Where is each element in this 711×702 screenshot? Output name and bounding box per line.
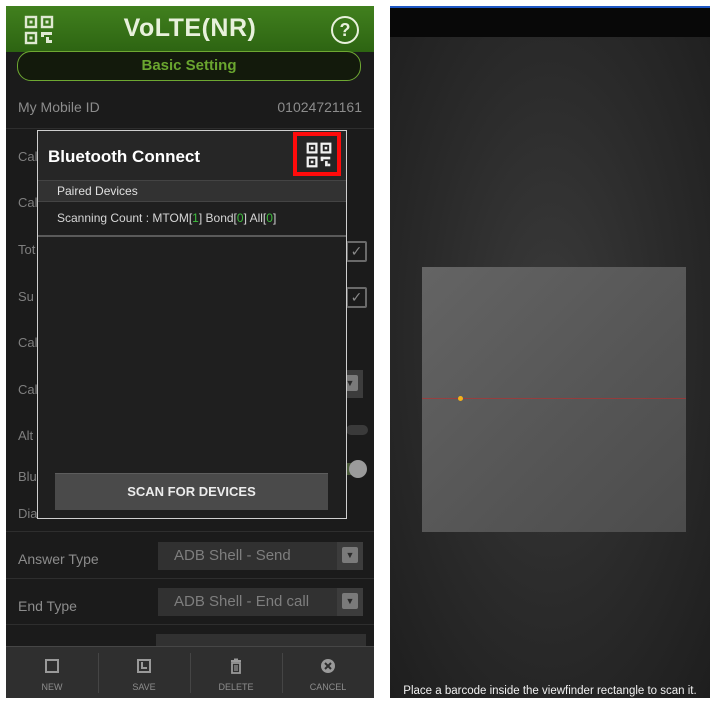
save-button[interactable]: SAVE <box>98 647 190 698</box>
scan-for-devices-button[interactable]: SCAN FOR DEVICES <box>55 473 328 510</box>
dropdown-arrow-icon: ▼ <box>337 588 363 616</box>
new-icon <box>45 659 59 673</box>
save-label: SAVE <box>132 682 156 692</box>
toggle-knob <box>349 460 367 478</box>
setting-label-partial: Cal <box>18 335 38 350</box>
all-count: 0 <box>266 211 273 225</box>
viewfinder-rectangle <box>422 267 686 532</box>
bottom-toolbar: NEW SAVE DELETE CANCEL <box>6 646 374 698</box>
checkbox[interactable]: ✓ <box>346 287 367 308</box>
trash-icon <box>231 658 241 674</box>
setting-label-partial: Dia <box>18 506 38 521</box>
camera-preview <box>390 37 710 698</box>
my-mobile-id-label: My Mobile ID <box>18 99 100 115</box>
setting-label-partial: Blu <box>18 469 37 484</box>
dropdown-arrow-icon: ▼ <box>337 542 363 570</box>
end-type-label: End Type <box>18 598 77 614</box>
delete-label: DELETE <box>218 682 254 692</box>
dialog-title-bar: Bluetooth Connect <box>38 131 346 180</box>
checkbox[interactable]: ✓ <box>346 241 367 262</box>
mtom-count: 1 <box>192 211 199 225</box>
cancel-icon <box>321 659 335 673</box>
delete-button[interactable]: DELETE <box>190 647 282 698</box>
row-divider <box>6 128 374 129</box>
count-suffix: ] <box>272 211 277 225</box>
help-button[interactable]: ? <box>331 16 359 44</box>
cancel-button[interactable]: CANCEL <box>282 647 374 698</box>
all-prefix: ] All[ <box>243 211 267 225</box>
toggle-switch[interactable] <box>346 425 368 435</box>
row-divider <box>6 624 374 625</box>
setting-label-partial: Cal <box>18 382 38 397</box>
my-mobile-id-row: My Mobile ID 01024721161 <box>6 96 374 126</box>
left-phone-screen: VoLTE(NR) ? Basic Setting My Mobile ID 0… <box>6 6 374 698</box>
paired-devices-label: Paired Devices <box>57 184 138 198</box>
setting-label-partial: Su <box>18 289 34 304</box>
setting-label-partial: Tot <box>18 242 36 257</box>
answer-type-dropdown[interactable]: ADB Shell - Send ▼ <box>158 542 363 570</box>
paired-devices-header: Paired Devices <box>38 180 346 202</box>
end-type-value: ADB Shell - End call <box>174 593 310 610</box>
scanning-count: Scanning Count : MTOM[1] Bond[0] All[0] <box>57 211 276 225</box>
bond-count: 0 <box>236 211 244 225</box>
right-phone-screen: Place a barcode inside the viewfinder re… <box>390 6 710 698</box>
cancel-label: CANCEL <box>309 682 347 692</box>
new-button[interactable]: NEW <box>6 647 98 698</box>
divider <box>38 235 346 237</box>
save-icon <box>137 659 151 673</box>
basic-setting-tab[interactable]: Basic Setting <box>17 51 361 81</box>
setting-label-partial: Cal <box>18 195 38 210</box>
row-divider <box>6 578 374 579</box>
end-type-dropdown[interactable]: ADB Shell - End call ▼ <box>158 588 363 616</box>
setting-label-partial: Cal <box>18 149 38 164</box>
app-header: VoLTE(NR) ? <box>6 6 374 52</box>
bluetooth-connect-dialog: Bluetooth Connect Paired Devices Scannin… <box>37 130 347 519</box>
app-title: VoLTE(NR) <box>123 14 257 42</box>
bond-prefix: ] Bond[ <box>198 211 237 225</box>
answer-type-value: ADB Shell - Send <box>174 547 291 564</box>
qr-code-icon <box>306 142 332 168</box>
my-mobile-id-value: 01024721161 <box>277 99 362 115</box>
qr-scan-button[interactable] <box>293 132 341 176</box>
scan-count-prefix: Scanning Count : MTOM[ <box>57 211 193 225</box>
status-bar <box>390 6 710 37</box>
row-divider <box>6 531 374 532</box>
setting-label-partial: Alt <box>18 428 34 443</box>
answer-type-label: Answer Type <box>18 551 99 567</box>
new-label: NEW <box>41 682 63 692</box>
scan-instructions: Place a barcode inside the viewfinder re… <box>403 685 697 697</box>
focus-point <box>458 396 463 401</box>
dialog-title: Bluetooth Connect <box>48 147 201 166</box>
